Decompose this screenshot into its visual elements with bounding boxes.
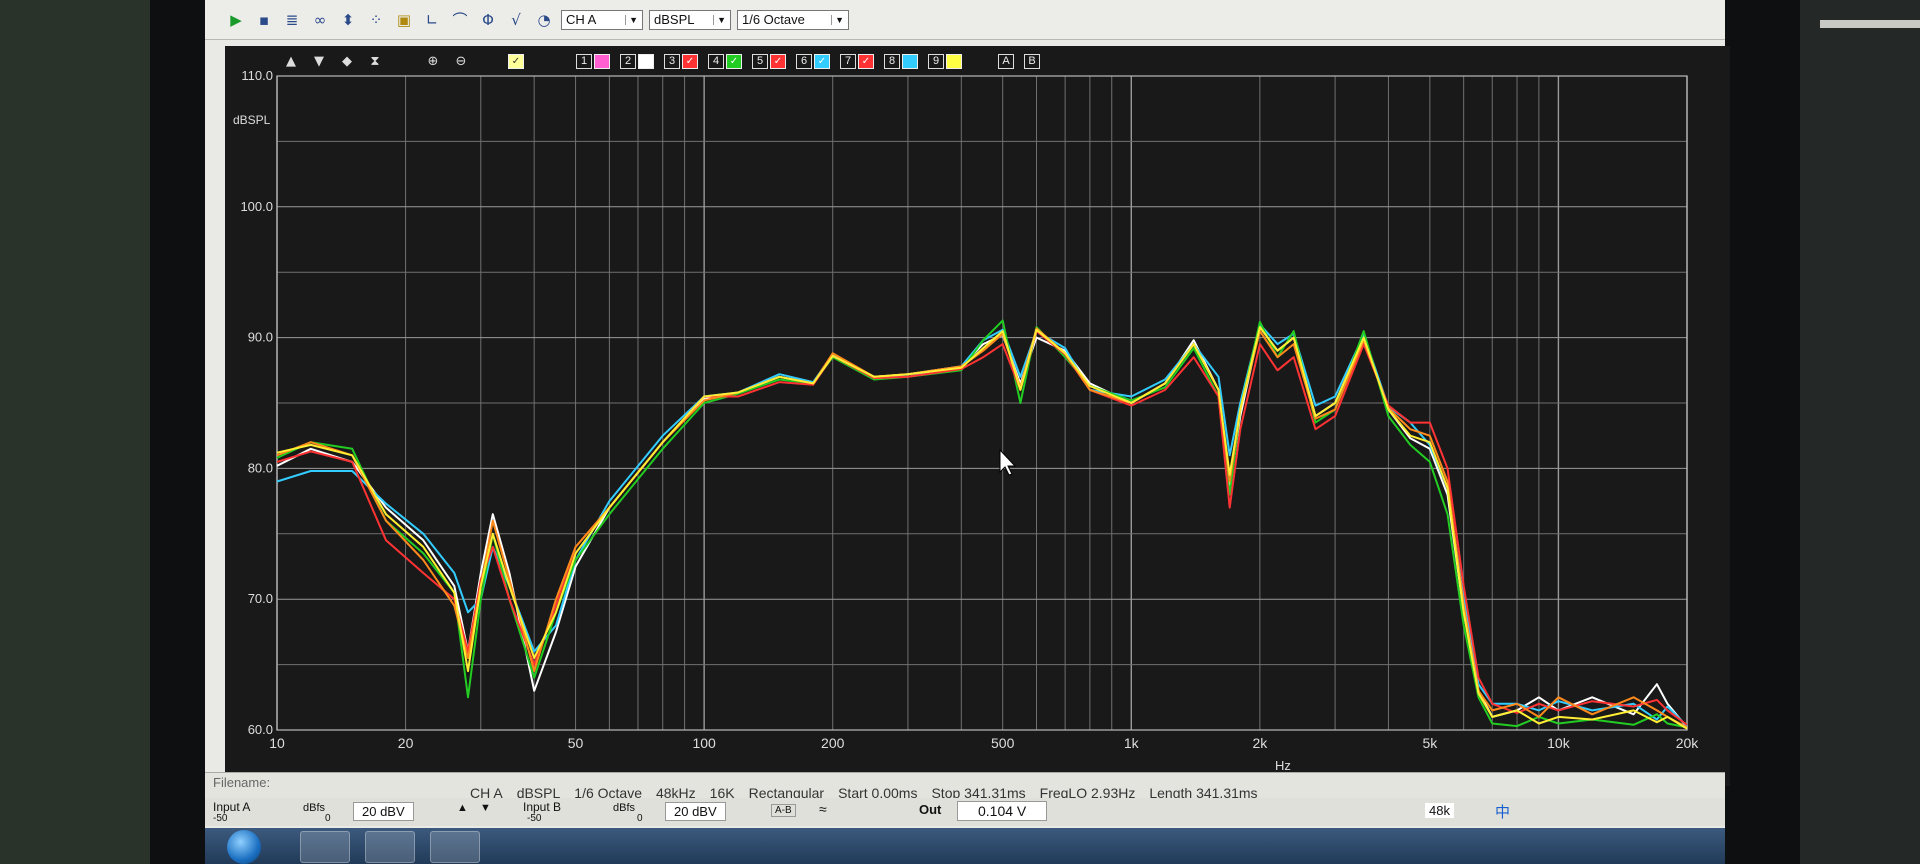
marker-icon[interactable]: ⬍ <box>337 9 359 31</box>
input-b-label: Input B <box>523 800 562 814</box>
loop-icon[interactable]: ∞ <box>309 9 331 31</box>
channel-select[interactable]: CH A ▼ <box>561 9 643 30</box>
app-icon[interactable] <box>430 831 480 863</box>
input-b-range[interactable]: 20 dBV <box>665 802 726 821</box>
curve-icon[interactable]: ⌒ <box>449 9 471 31</box>
play-icon[interactable]: ▶ <box>225 9 247 31</box>
smoothing-select[interactable]: 1/6 Octave ▼ <box>737 9 849 30</box>
input-a-dbfs-zero: 0 <box>325 813 331 824</box>
arrow-down-icon[interactable]: ▼ <box>480 802 491 814</box>
app-window: ▶ ▪ ≣ ∞ ⬍ ⁘ ▣ ∟ ⌒ Φ √ ◔ CH A ▼ dBSPL ▼ 1/6… <box>205 0 1730 864</box>
y-axis-label: dBSPL <box>233 113 271 127</box>
step-response-icon[interactable]: ∟ <box>421 9 443 31</box>
output-label: Out <box>919 802 942 817</box>
meter-icon[interactable]: ◔ <box>533 9 555 31</box>
input-b-dbfs: dBfs <box>613 802 636 814</box>
save-icon[interactable]: ▪ <box>253 9 275 31</box>
taskbar <box>205 828 1725 864</box>
x-tick-label: 200 <box>821 735 845 751</box>
channel-value: CH A <box>566 12 597 27</box>
units-value: dBSPL <box>654 12 695 27</box>
x-tick-label: 500 <box>991 735 1015 751</box>
y-tick-label: 80.0 <box>248 460 273 475</box>
y-tick-label: 110.0 <box>241 68 273 83</box>
sample-rate[interactable]: 48k <box>1425 803 1454 818</box>
explorer-icon[interactable] <box>300 831 350 863</box>
y-tick-label: 70.0 <box>248 591 273 606</box>
x-tick-label: 20k <box>1676 735 1700 751</box>
chevron-down-icon: ▼ <box>713 14 726 25</box>
x-tick-label: 10k <box>1547 735 1571 751</box>
input-b-dbfs-zero: 0 <box>637 813 643 824</box>
ab-toggle[interactable]: A-B <box>771 804 796 817</box>
waveform-icon[interactable]: ≈ <box>819 801 827 817</box>
chevron-down-icon: ▼ <box>831 14 844 25</box>
control-bar: Input A -50 dBfs 0 20 dBV ▲ ▼ Input B -5… <box>205 798 1725 826</box>
x-tick-label: 10 <box>269 735 285 751</box>
units-select[interactable]: dBSPL ▼ <box>649 9 731 30</box>
browser-icon[interactable] <box>365 831 415 863</box>
start-button-icon[interactable] <box>227 830 261 864</box>
main-toolbar: ▶ ▪ ≣ ∞ ⬍ ⁘ ▣ ∟ ⌒ Φ √ ◔ CH A ▼ dBSPL ▼ 1/6… <box>205 0 1725 40</box>
output-level[interactable]: 0.104 V <box>957 801 1048 821</box>
scatter-icon[interactable]: ⁘ <box>365 9 387 31</box>
x-tick-label: 2k <box>1252 735 1268 751</box>
x-tick-label: 1k <box>1124 735 1140 751</box>
smoothing-value: 1/6 Octave <box>742 12 805 27</box>
x-tick-label: 20 <box>398 735 414 751</box>
background-ruler <box>1820 20 1920 28</box>
x-tick-label: 5k <box>1422 735 1438 751</box>
input-a-label: Input A <box>213 800 251 814</box>
settings-icon[interactable]: ▣ <box>393 9 415 31</box>
y-tick-label: 90.0 <box>248 330 273 345</box>
input-a-dbfs: dBfs <box>303 802 326 814</box>
phase-icon[interactable]: Φ <box>477 9 499 31</box>
series-line-2 <box>276 323 1688 727</box>
ime-indicator[interactable]: 中 <box>1495 801 1510 822</box>
stack-icon[interactable]: ≣ <box>281 9 303 31</box>
x-tick-label: 50 <box>568 735 584 751</box>
x-tick-label: 100 <box>692 735 716 751</box>
chevron-down-icon: ▼ <box>625 14 638 25</box>
input-a-sub: -50 <box>213 813 228 824</box>
filter-icon[interactable]: √ <box>505 9 527 31</box>
plot-panel: ▲ ▼ ◆ ⧗ ⊕ ⊖ ✓ 1 2 ✓ 3 ✓ 4 ✓ 5 ✓ 6 ✓ 7 ✓ 8 9 A B dBSPL … <box>225 46 1730 786</box>
frequency-response-chart: dBSPL Hz 110.0100.090.080.070.060.010 20 5… <box>233 68 1700 773</box>
arrow-up-icon[interactable]: ▲ <box>457 802 468 814</box>
input-a-range[interactable]: 20 dBV <box>353 802 414 821</box>
y-tick-label: 100.0 <box>240 199 273 214</box>
filename-label: Filename: <box>213 775 271 790</box>
input-b-sub: -50 <box>527 813 542 824</box>
x-axis-label: Hz <box>1275 758 1291 773</box>
background-right <box>1800 0 1920 864</box>
